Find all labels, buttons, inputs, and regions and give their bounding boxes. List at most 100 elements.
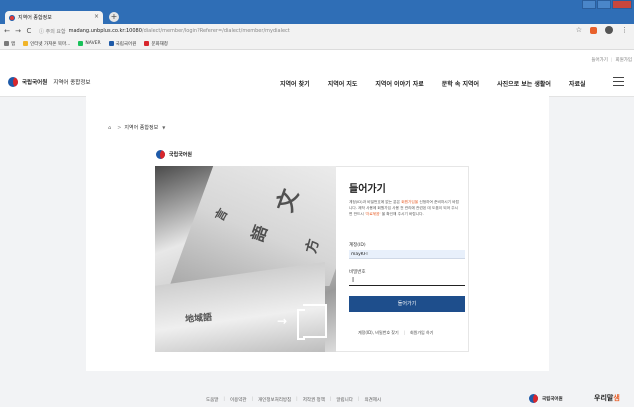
footer-link[interactable]: 의견제시 bbox=[364, 397, 381, 403]
footer-link[interactable]: 개인정보처리방침 bbox=[258, 397, 291, 403]
bookmark-label: 문화재청 bbox=[151, 41, 168, 47]
nikl-logo-icon bbox=[156, 150, 165, 159]
back-arrow-icon[interactable]: ← bbox=[3, 27, 11, 35]
bookmark-item[interactable]: 인터넷 가져온 북마... bbox=[23, 41, 70, 47]
desc-highlight: '자료묶음' bbox=[364, 212, 381, 216]
password-label: 비밀번호 bbox=[349, 270, 366, 275]
breadcrumb-separator: > bbox=[117, 124, 122, 131]
browser-titlebar: 지역어 종합정보 × + bbox=[0, 0, 634, 24]
nav-item[interactable]: 지역어 찾기 bbox=[280, 79, 310, 88]
site-utility-bar: 들어가기 | 회원가입 bbox=[0, 50, 634, 67]
profile-icon[interactable] bbox=[605, 26, 613, 34]
footer-separator: | bbox=[329, 397, 332, 402]
forward-arrow-icon[interactable]: → bbox=[14, 27, 22, 35]
bookmark-icon bbox=[4, 41, 9, 46]
login-button[interactable]: 들어가기 bbox=[349, 296, 465, 312]
bookmark-label: 인터넷 가져온 북마... bbox=[30, 41, 71, 47]
nav-item[interactable]: 자료실 bbox=[569, 79, 586, 88]
door-icon bbox=[297, 304, 327, 340]
brand-accent: 샘 bbox=[613, 394, 620, 402]
nav-item[interactable]: 사진으로 보는 생활어 bbox=[497, 79, 551, 88]
footer-separator: | bbox=[296, 397, 298, 402]
footer-link[interactable]: 알립니다 bbox=[336, 397, 353, 403]
browser-tab[interactable]: 지역어 종합정보 × bbox=[5, 11, 103, 24]
nav-item[interactable]: 지역어 이야기 자료 bbox=[375, 79, 423, 88]
find-account-link[interactable]: 계정(ID), 비밀번호 찾기 bbox=[358, 330, 399, 336]
footer-link[interactable]: 도움말 bbox=[206, 397, 218, 403]
tab-title: 지역어 종합정보 bbox=[18, 15, 52, 21]
url-host: madang.unbplus.co.kr:10080 bbox=[68, 28, 142, 34]
bookmark-icon bbox=[23, 41, 29, 46]
footer-logo-name: 국립국어원 bbox=[542, 396, 563, 402]
main-navigation: 지역어 찾기 지역어 지도 지역어 이야기 자료 문학 속 지역어 사진으로 보는 생활… bbox=[280, 79, 603, 88]
bookmark-star-icon[interactable]: ☆ bbox=[576, 26, 582, 34]
password-input[interactable] bbox=[349, 277, 465, 286]
id-label: 계정(ID) bbox=[349, 243, 366, 248]
reload-icon[interactable]: C bbox=[25, 27, 33, 35]
extension-icon[interactable] bbox=[590, 26, 597, 34]
minimize-button[interactable] bbox=[582, 0, 596, 9]
url-path: /dialect/member/login?Referer=/dialect/m… bbox=[141, 28, 290, 34]
window-close-button[interactable] bbox=[612, 0, 632, 9]
footer-separator: | bbox=[251, 397, 254, 402]
book-photo-image: 文 語 言 方 地域語 → bbox=[155, 166, 336, 352]
join-link[interactable]: 회원가입 bbox=[615, 58, 632, 63]
brand-main: 우리말 bbox=[594, 394, 614, 402]
browser-menu-icon[interactable]: ⋮ bbox=[621, 26, 628, 34]
text-cursor-icon: I bbox=[352, 276, 355, 284]
nav-item[interactable]: 지역어 지도 bbox=[328, 79, 358, 88]
bookmark-item[interactable]: NAVER bbox=[78, 41, 101, 46]
home-icon[interactable]: ⌂ bbox=[108, 125, 111, 131]
site-logo-sub: 지역어 종합정보 bbox=[53, 80, 91, 86]
login-links: 계정(ID), 비밀번호 찾기 | 회원가입 하기 bbox=[358, 330, 434, 336]
login-logo: 국립국어원 bbox=[156, 150, 192, 159]
arrow-right-icon: → bbox=[277, 314, 288, 328]
footer-links: 도움말 | 이용약관 | 개인정보처리방침 | 저작권 정책 | 알립니다 | 의견제시 bbox=[206, 397, 381, 403]
address-bar-actions: ☆ ⋮ bbox=[568, 26, 628, 34]
login-form: 들어가기 계정(ID)과 비밀번호에 없는 분은 회원가입을 신청하여 준비하시… bbox=[336, 166, 469, 352]
bookmark-icon bbox=[144, 41, 150, 46]
bookmark-item[interactable]: 국립국어원 bbox=[108, 41, 137, 47]
security-warning[interactable]: ⓘ 주의 요함 bbox=[39, 28, 66, 35]
breadcrumb-current[interactable]: 지역어 종합정보 bbox=[124, 124, 158, 131]
hamburger-menu-icon[interactable] bbox=[613, 77, 624, 89]
login-logo-name: 국립국어원 bbox=[169, 152, 193, 158]
bookmark-icon bbox=[108, 41, 114, 46]
login-card: ⌂ > 지역어 종합정보 ▼ 국립국어원 文 語 言 方 地域語 → 들어가기 … bbox=[86, 96, 549, 371]
site-header: 국립국어원 지역어 종합정보 지역어 찾기 지역어 지도 지역어 이야기 자료 문학 … bbox=[0, 67, 634, 97]
footer-logo[interactable]: 국립국어원 bbox=[529, 394, 563, 403]
login-description: 계정(ID)과 비밀번호에 없는 분은 회원가입을 신청하여 준비하시기 바랍니… bbox=[349, 199, 461, 217]
window-controls bbox=[581, 0, 632, 9]
site-favicon-icon bbox=[9, 14, 15, 21]
footer-separator: | bbox=[223, 397, 225, 402]
breadcrumb: ⌂ > 지역어 종합정보 ▼ bbox=[108, 124, 165, 132]
join-link[interactable]: 회원가입 하기 bbox=[410, 330, 433, 336]
site-logo[interactable]: 국립국어원 지역어 종합정보 bbox=[8, 77, 90, 87]
bookmark-icon bbox=[78, 41, 84, 46]
site-logo-name: 국립국어원 bbox=[22, 80, 48, 86]
nikl-logo-icon bbox=[8, 77, 18, 87]
login-link[interactable]: 들어가기 bbox=[591, 58, 608, 63]
desc-highlight: 회원가입을 bbox=[401, 200, 420, 204]
footer-link[interactable]: 이용약관 bbox=[230, 397, 247, 403]
maximize-button[interactable] bbox=[597, 0, 611, 9]
id-input[interactable] bbox=[349, 250, 465, 259]
footer-separator: | bbox=[357, 397, 360, 402]
bookmark-label: NAVER bbox=[85, 41, 101, 46]
tab-close-icon[interactable]: × bbox=[94, 13, 99, 20]
chevron-down-icon[interactable]: ▼ bbox=[162, 125, 165, 130]
nikl-logo-icon bbox=[529, 394, 538, 403]
bookmark-label: 국립국어원 bbox=[115, 41, 137, 47]
footer-brand-logo[interactable]: 우리말샘 bbox=[594, 393, 620, 403]
footer: 도움말 | 이용약관 | 개인정보처리방침 | 저작권 정책 | 알립니다 | 의견제시 국립국어원… bbox=[0, 387, 634, 407]
bookmark-item[interactable]: 문화재청 bbox=[144, 41, 168, 47]
footer-link[interactable]: 저작권 정책 bbox=[303, 397, 325, 403]
desc-text: 을 확인해 주시기 바랍니다. bbox=[380, 212, 424, 216]
bookmark-label: 앱 bbox=[11, 41, 16, 47]
nav-item[interactable]: 문학 속 지역어 bbox=[442, 79, 479, 88]
new-tab-button[interactable]: + bbox=[109, 12, 119, 22]
address-bar: ← → C ⓘ 주의 요함 madang.unbplus.co.kr:10080… bbox=[0, 24, 634, 38]
bookmark-item[interactable]: 앱 bbox=[4, 41, 15, 47]
url-field[interactable]: ⓘ 주의 요함 madang.unbplus.co.kr:10080 /dial… bbox=[39, 28, 290, 35]
login-title: 들어가기 bbox=[349, 184, 386, 195]
